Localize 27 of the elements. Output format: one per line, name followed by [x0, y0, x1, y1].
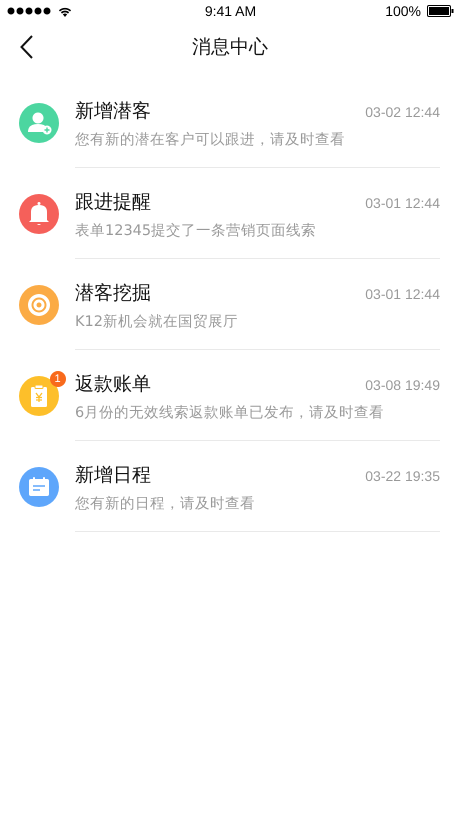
message-time: 03-02 12:44 [365, 104, 440, 120]
message-time: 03-22 19:35 [365, 468, 440, 484]
message-title: 跟进提醒 [75, 190, 152, 214]
message-item[interactable]: 新增日程 03-22 19:35 您有新的日程，请及时查看 [75, 441, 440, 532]
message-item[interactable]: 跟进提醒 03-01 12:44 表单12345提交了一条营销页面线索 [75, 168, 440, 259]
message-title: 新增日程 [75, 462, 152, 488]
message-time: 03-01 12:44 [365, 194, 440, 210]
message-preview: K12新机会就在国贸展厅 [75, 312, 239, 330]
message-item[interactable]: 返款账单 03-08 19:49 6月份的无效线索返款账单已发布，请及时查看 [75, 350, 440, 441]
message-time: 03-08 19:49 [365, 376, 440, 392]
message-item[interactable]: 潜客挖掘 03-01 12:44 K12新机会就在国贸展厅 [75, 259, 440, 350]
signal-icon [7, 7, 52, 15]
message-preview: 您有新的日程，请及时查看 [75, 494, 256, 512]
message-time: 03-01 12:44 [365, 286, 440, 302]
message-item[interactable]: 新增潜客 03-02 12:44 您有新的潜在客户可以跟进，请及时查看 [75, 77, 440, 168]
message-preview: 6月份的无效线索返款账单已发布，请及时查看 [75, 404, 386, 422]
battery-percent: 100% [385, 3, 421, 19]
unread-badge: 1 [50, 370, 66, 386]
battery-icon [427, 5, 454, 17]
message-title: 新增潜客 [75, 98, 152, 124]
message-title: 潜客挖掘 [75, 280, 152, 306]
status-time: 9:41 AM [204, 3, 256, 19]
page-title: 消息中心 [192, 35, 268, 60]
message-title: 返款账单 [75, 372, 152, 396]
message-preview: 表单12345提交了一条营销页面线索 [75, 222, 318, 240]
message-preview: 您有新的潜在客户可以跟进，请及时查看 [75, 130, 346, 148]
wifi-icon [58, 6, 72, 16]
